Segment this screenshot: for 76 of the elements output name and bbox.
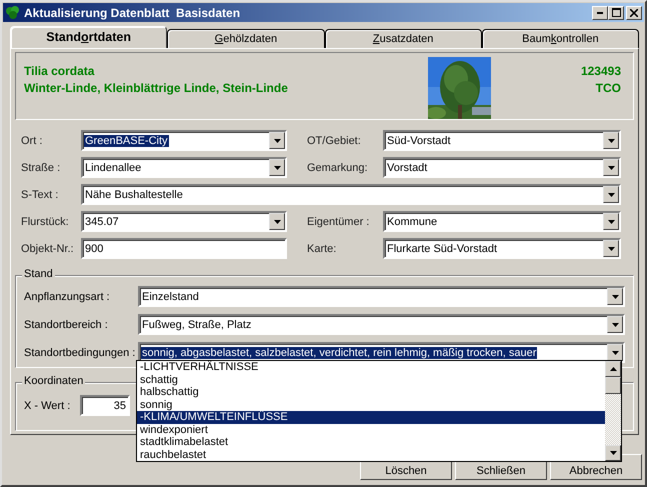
field-label: Straße : xyxy=(21,162,62,174)
common-names: Winter-Linde, Kleinblättrige Linde, Stein-Linde xyxy=(24,81,289,95)
field-label: Flurstück: xyxy=(21,216,70,228)
combo-box[interactable]: Fußweg, Straße, Platz xyxy=(138,314,625,335)
tab[interactable]: Zusatzdaten xyxy=(324,29,482,48)
combo-box[interactable]: 345.07 xyxy=(81,211,287,232)
minimize-button[interactable] xyxy=(592,6,608,20)
window-title: Aktualisierung Datenblatt Basisdaten xyxy=(24,6,242,20)
close-button[interactable] xyxy=(626,6,642,20)
caret-icon xyxy=(274,138,280,142)
dropdown-button[interactable] xyxy=(269,159,285,176)
dropdown-button[interactable] xyxy=(269,132,285,149)
field-label: Standortbereich : xyxy=(24,318,109,330)
input-field[interactable]: 900 xyxy=(81,238,287,259)
scrollbar[interactable] xyxy=(605,361,621,461)
list-item[interactable]: schattig xyxy=(137,374,605,386)
field-label: X - Wert : xyxy=(24,400,72,412)
species-name: Tilia cordata xyxy=(24,64,96,78)
up-arrow-icon xyxy=(610,367,616,371)
caret-icon xyxy=(612,294,618,298)
caret-icon xyxy=(274,220,280,224)
field-label: OT/Gebiet: xyxy=(306,134,362,146)
dropdown-button[interactable] xyxy=(603,213,619,230)
combo-box[interactable]: Nähe Bushaltestelle xyxy=(81,184,621,205)
combo-box[interactable]: GreenBASE-City xyxy=(81,130,287,151)
caret-icon xyxy=(612,350,618,354)
combo-box[interactable]: Flurkarte Süd-Vorstadt xyxy=(383,238,621,259)
dropdown-button[interactable] xyxy=(607,344,623,361)
field-label: Objekt-Nr.: xyxy=(21,242,75,254)
input-field[interactable]: 35 xyxy=(80,395,130,416)
maximize-button[interactable] xyxy=(608,6,624,20)
caret-icon xyxy=(274,166,280,170)
caret-icon xyxy=(608,166,614,170)
combo-box[interactable]: Kommune xyxy=(383,211,621,232)
list-item[interactable]: -LICHTVERHÄLTNISSE xyxy=(137,361,605,374)
field-label: Ort : xyxy=(21,134,44,146)
field-label: S-Text : xyxy=(21,188,60,200)
combo-box[interactable]: Einzelstand xyxy=(138,286,625,307)
group-title: Stand xyxy=(22,268,55,280)
tab[interactable]: Baumkontrollen xyxy=(482,29,639,48)
tab[interactable]: Gehölzdaten xyxy=(167,29,324,48)
field-label: Standortbedingungen : xyxy=(24,346,136,358)
tree-icon xyxy=(5,5,20,20)
dropdown-button[interactable] xyxy=(603,132,619,149)
list-item[interactable]: sonnig xyxy=(137,398,605,411)
list-item[interactable]: windexponiert xyxy=(137,424,605,436)
caret-icon xyxy=(608,192,614,196)
field-label: Gemarkung: xyxy=(306,162,369,174)
caret-icon xyxy=(612,322,618,326)
down-arrow-icon xyxy=(610,451,616,455)
species-code: TCO xyxy=(596,81,621,95)
tree-number: 123493 xyxy=(580,64,621,78)
combo-box[interactable]: Vorstadt xyxy=(383,157,621,178)
close-icon xyxy=(630,8,638,16)
minimize-icon xyxy=(597,12,603,14)
list-item[interactable]: halbschattig xyxy=(137,386,605,398)
combo-box[interactable]: Lindenallee xyxy=(81,157,287,178)
list-item[interactable]: stadtklimabelastet xyxy=(137,436,605,448)
field-label: Eigentümer : xyxy=(306,216,370,228)
tab[interactable]: Standortdaten xyxy=(10,26,168,48)
dropdown-button[interactable] xyxy=(603,159,619,176)
field-label: Karte: xyxy=(306,242,338,254)
dropdown-button[interactable] xyxy=(607,288,623,305)
combo-box[interactable]: Süd-Vorstadt xyxy=(383,130,621,151)
caret-icon xyxy=(608,220,614,224)
scroll-thumb[interactable] xyxy=(605,377,621,394)
caret-icon xyxy=(608,138,614,142)
maximize-icon xyxy=(612,8,620,17)
dropdown-button[interactable] xyxy=(603,186,619,203)
field-label: Anpflanzungsart : xyxy=(24,290,111,302)
dropdown-button[interactable] xyxy=(607,316,623,333)
dropdown-button[interactable] xyxy=(603,240,619,257)
caret-icon xyxy=(608,246,614,250)
group-title: Koordinaten xyxy=(22,375,86,387)
dropdown-button[interactable] xyxy=(269,213,285,230)
list-item[interactable]: -KLIMA/UMWELTEINFLÜSSE xyxy=(137,411,605,424)
